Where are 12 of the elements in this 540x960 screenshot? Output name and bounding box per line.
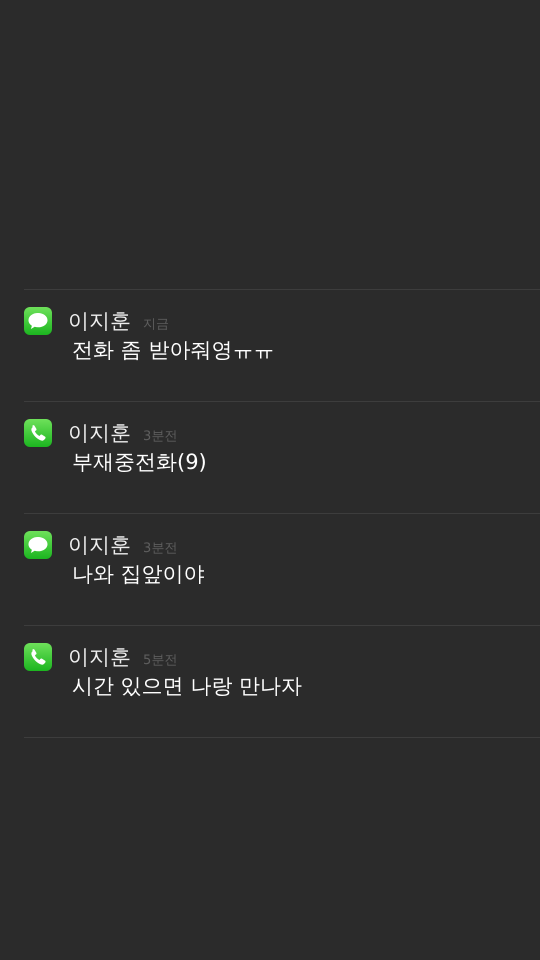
phone-icon <box>24 643 52 671</box>
notification-text: 부재중전화(9) <box>72 449 207 476</box>
notification-text: 시간 있으면 나랑 만나자 <box>72 673 302 700</box>
sender-name: 이지훈 <box>68 644 131 671</box>
sender-name: 이지훈 <box>68 420 131 447</box>
speech-bubble-icon <box>24 531 52 559</box>
sender-name: 이지훈 <box>68 532 131 559</box>
notification-text: 전화 좀 받아줘영ㅠㅠ <box>72 337 274 364</box>
notification-text: 나와 집앞이야 <box>72 561 205 588</box>
phone-icon <box>24 419 52 447</box>
speech-bubble-icon <box>24 307 52 335</box>
sender-name: 이지훈 <box>68 308 131 335</box>
